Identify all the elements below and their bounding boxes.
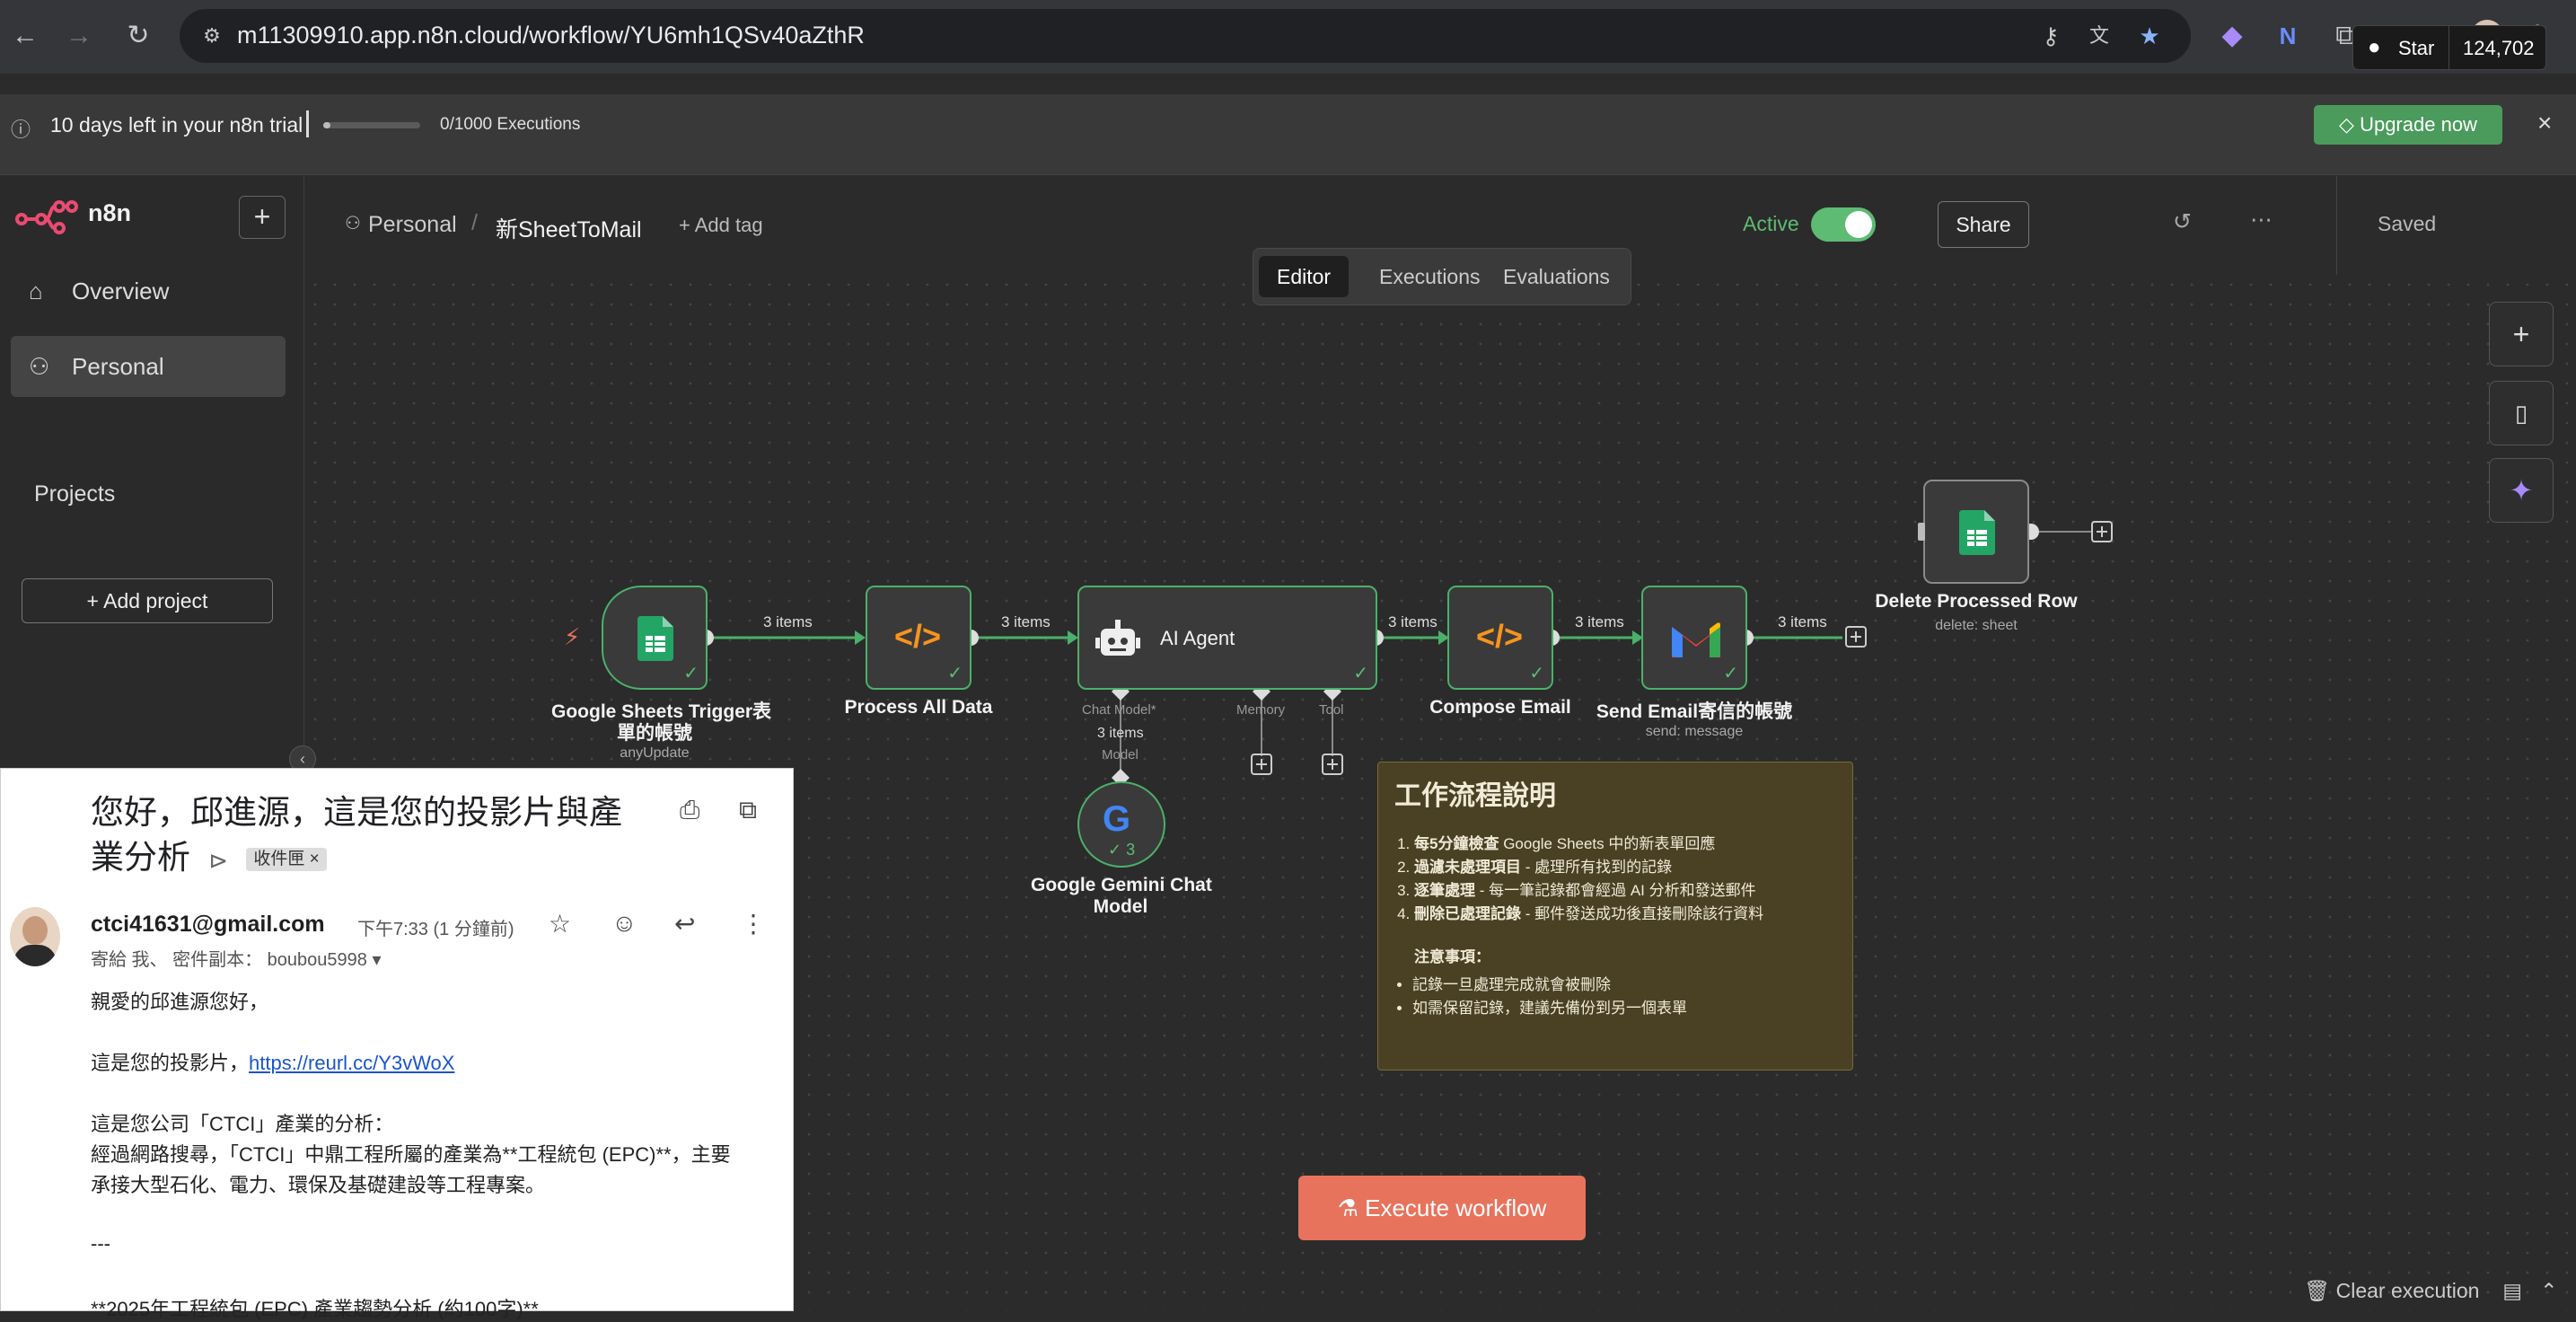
email-analysis-line: 經過網路搜尋，「CTCI」中鼎工程所屬的產業為**工程統包 (EPC)**，主要: [91, 1143, 731, 1166]
print-icon[interactable]: ⎙: [680, 796, 699, 825]
node-subtitle: anyUpdate: [620, 745, 690, 761]
inbox-chip[interactable]: 收件匣 ×: [246, 848, 327, 872]
edge-label: 3 items: [763, 613, 813, 630]
edge-label: 3 items: [1001, 613, 1051, 630]
sticky-step: 刪除已處理記錄 - 郵件發送成功後直接刪除該行資料: [1414, 903, 1836, 926]
node-title: Process All Data: [844, 697, 993, 718]
sender-avatar: [10, 907, 60, 966]
sticky-step: 逐筆處理 - 每一筆記錄都會經過 AI 分析和發送郵件: [1414, 879, 1836, 903]
execute-workflow-button[interactable]: ⚗ Execute workflow: [1298, 1176, 1586, 1240]
edge-label: 3 items: [1575, 613, 1624, 630]
node-title: AI Agent: [1160, 627, 1235, 649]
email-subject: 您好，邱進源，這是您的投影片與產 業分析 ⊳ 收件匣 ×: [91, 794, 622, 876]
success-check-icon: ✓: [1353, 664, 1368, 683]
email-recipients: 寄給 我、 密件副本： boubou5998 ▾: [91, 950, 382, 970]
memory-port-label: Memory: [1236, 702, 1286, 718]
node-title: Compose Email: [1429, 697, 1571, 718]
success-check-icon: ✓: [1723, 664, 1738, 683]
chevron-up-icon[interactable]: ⌃: [2540, 1279, 2557, 1302]
model-edge-items: 3 items: [1097, 726, 1144, 741]
edge-label: 3 items: [1388, 613, 1437, 630]
sticky-note-item: 記錄一旦處理完成就會被刪除: [1412, 974, 1836, 997]
open-new-window-icon[interactable]: ⧉: [739, 796, 757, 825]
email-divider: ---: [91, 1232, 110, 1255]
node-subtitle: send: message: [1645, 724, 1744, 739]
node-ai-agent[interactable]: AI Agent ✓: [1077, 586, 1377, 690]
trigger-bolt-icon: ⚡: [564, 623, 581, 650]
google-sheets-icon: [1959, 510, 1995, 555]
input-port-delete[interactable]: [1918, 523, 1925, 541]
chat-model-port-label: Chat Model*: [1082, 702, 1156, 718]
expand-recipients-icon[interactable]: ▾: [372, 950, 381, 970]
sticky-title: 工作流程說明: [1394, 781, 1556, 811]
plus-glyph: [2097, 526, 2107, 537]
email-slide-line: 這是您的投影片，https://reurl.cc/Y3vWoX: [91, 1052, 455, 1074]
logs-icon[interactable]: ▤: [2502, 1279, 2522, 1302]
slide-link[interactable]: https://reurl.cc/Y3vWoX: [249, 1052, 454, 1074]
success-check-icon: ✓: [683, 664, 699, 683]
email-time: 下午7:33 (1 分鐘前): [357, 920, 514, 939]
success-check-icon: ✓: [947, 664, 963, 683]
arrow-1: [855, 630, 866, 645]
gmail-email-view: 您好，邱進源，這是您的投影片與產 業分析 ⊳ 收件匣 × ⎙ ⧉ ctci416…: [0, 768, 794, 1320]
avatar-body: [13, 945, 57, 966]
email-trend-heading: **2025年工程統包 (EPC) 產業趨勢分析 (約100字)**: [91, 1298, 539, 1320]
success-check-icon: ✓: [1529, 664, 1544, 683]
reply-icon[interactable]: ↩: [674, 909, 695, 939]
sticky-step: 過濾未處理項目 - 處理所有找到的記錄: [1414, 856, 1836, 879]
sticky-note[interactable]: 工作流程說明 每5分鐘檢查 Google Sheets 中的新表單回應 過濾未處…: [1377, 762, 1853, 1071]
node-title: Model: [1093, 896, 1148, 917]
clear-execution-button[interactable]: 🗑 Clear execution ▤ ⌃: [2304, 1279, 2557, 1303]
emoji-icon[interactable]: ☺: [611, 909, 637, 938]
email-analysis-line: 承接大型石化、電力、環保及基礎建設等工程專案。: [91, 1174, 546, 1196]
google-sheets-icon: [637, 616, 673, 661]
sticky-notes-title: 注意事項：: [1414, 948, 1490, 965]
email-greeting: 親愛的邱進源您好，: [91, 991, 269, 1013]
node-process-all-data[interactable]: </> ✓: [866, 586, 971, 690]
sticky-step: 每5分鐘檢查 Google Sheets 中的新表單回應: [1414, 833, 1836, 856]
model-edge-label: Model: [1102, 747, 1139, 762]
node-delete-processed-row[interactable]: [1923, 480, 2029, 584]
node-google-sheets-trigger[interactable]: ✓: [602, 586, 708, 690]
tool-port-label: Tool: [1319, 702, 1344, 718]
sticky-notes: 記錄一旦處理完成就會被刪除 如需保留記錄，建議先備份到另一個表單: [1394, 974, 1836, 1020]
trash-icon: 🗑: [2304, 1279, 2336, 1302]
node-title: Send Email寄信的帳號: [1596, 701, 1793, 722]
node-send-email[interactable]: ✓: [1641, 586, 1747, 690]
more-icon[interactable]: ⋮: [741, 909, 766, 939]
gmail-icon: [1672, 622, 1720, 657]
plus-glyph: [1851, 631, 1861, 642]
run-count-badge: ✓ 3: [1108, 841, 1136, 859]
node-title: 單的帳號: [617, 723, 692, 744]
google-icon: G: [1103, 799, 1131, 839]
code-icon: </>: [894, 618, 942, 655]
robot-icon: [1095, 620, 1140, 656]
avatar-face: [22, 916, 48, 945]
plus-glyph: [1256, 759, 1267, 770]
star-icon[interactable]: ☆: [549, 909, 571, 939]
node-title: Google Gemini Chat: [1031, 875, 1212, 895]
edge-label: 3 items: [1778, 613, 1827, 630]
sender-email[interactable]: ctci41631@gmail.com: [91, 912, 325, 938]
email-analysis-intro: 這是您公司「CTCI」產業的分析：: [91, 1113, 394, 1135]
node-compose-email[interactable]: </> ✓: [1447, 586, 1553, 690]
code-icon: </>: [1476, 618, 1524, 655]
node-subtitle: delete: sheet: [1935, 618, 2018, 633]
node-google-gemini[interactable]: G ✓ 3: [1077, 781, 1165, 868]
label-important-icon[interactable]: ⊳: [208, 847, 228, 874]
flask-icon: ⚗: [1337, 1194, 1366, 1221]
sticky-note-item: 如需保留記錄，建議先備份到另一個表單: [1412, 997, 1836, 1020]
sticky-steps: 每5分鐘檢查 Google Sheets 中的新表單回應 過濾未處理項目 - 處…: [1394, 833, 1836, 926]
node-title: Delete Processed Row: [1875, 591, 2078, 612]
plus-glyph: [1327, 759, 1338, 770]
